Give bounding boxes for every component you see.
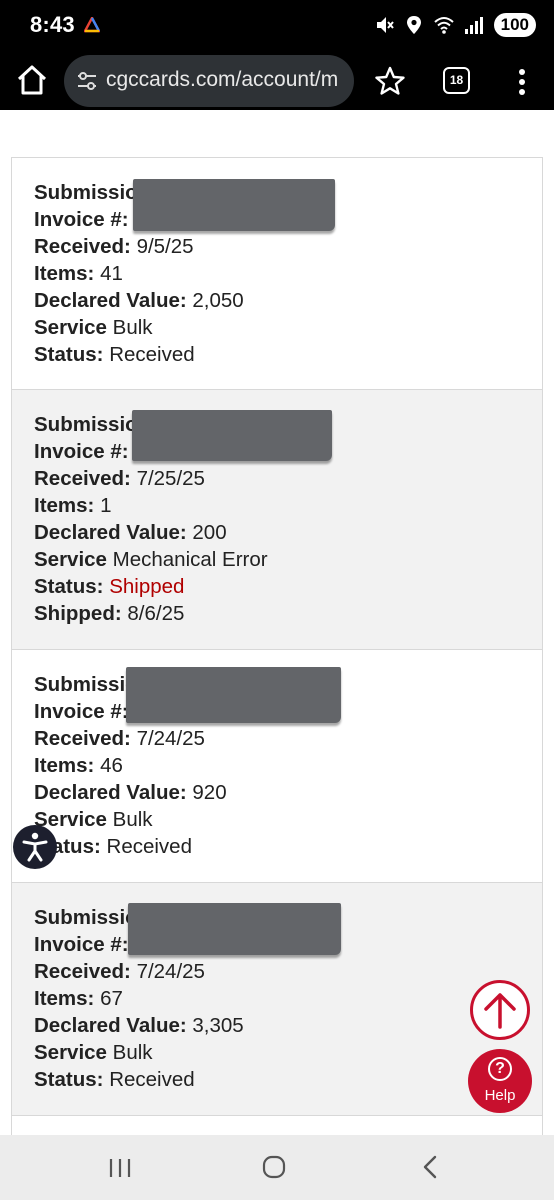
items-row: Items: 46 [34, 754, 123, 777]
help-question-icon: ? [488, 1057, 512, 1081]
arrow-up-icon [484, 993, 516, 1029]
status-row: Status: Received [34, 1068, 195, 1091]
site-settings-icon[interactable] [76, 70, 98, 92]
home-icon[interactable] [262, 1155, 286, 1179]
signal-icon [464, 17, 483, 34]
service-row: Service Mechanical Error [34, 548, 268, 571]
clock: 8:43 [30, 12, 75, 37]
declared-value-row: Declared Value: 3,305 [34, 1014, 244, 1037]
bookmark-star-icon[interactable] [374, 65, 406, 97]
system-nav-bar [0, 1135, 554, 1200]
items-row: Items: 67 [34, 987, 123, 1010]
shipped-row: Shipped: 8/6/25 [34, 602, 185, 625]
app-notification-icon [84, 17, 100, 33]
items-row: Items: 1 [34, 494, 112, 517]
scroll-to-top-button[interactable] [470, 980, 530, 1040]
submission-card[interactable]: Submissio Invoice #: Received: 9/5/25 It… [12, 158, 542, 390]
url-text[interactable]: cgccards.com/account/m [106, 68, 348, 92]
declared-value-row: Declared Value: 2,050 [34, 289, 244, 312]
mute-icon [376, 17, 394, 33]
submission-card[interactable]: Submissio Invoice #: Received: 7/24/25 I… [12, 650, 542, 883]
redaction-box [133, 179, 335, 231]
received-row: Received: 9/5/25 [34, 235, 194, 258]
location-icon [406, 16, 421, 34]
shipped-status-text: Shipped [109, 575, 185, 598]
declared-value-row: Declared Value: 920 [34, 781, 227, 804]
service-row: Service Bulk [34, 1041, 153, 1064]
redaction-box [126, 667, 341, 723]
service-row: Service Bulk [34, 316, 153, 339]
redaction-box [132, 410, 332, 461]
browser-toolbar: cgccards.com/account/m 18 [0, 52, 554, 110]
status-row: tatus: Received [45, 835, 192, 858]
address-bar[interactable]: cgccards.com/account/m [64, 55, 354, 107]
received-row: Received: 7/24/25 [34, 727, 205, 750]
status-row: Status: Shipped [34, 575, 185, 598]
tab-switcher-button[interactable]: 18 [443, 67, 470, 94]
status-bar: 8:43 100 [0, 0, 554, 52]
browser-home-icon[interactable] [14, 62, 50, 98]
submission-card[interactable]: Submissio Invoice #: Received: 7/25/25 I… [12, 390, 542, 650]
received-row: Received: 7/24/25 [34, 960, 205, 983]
submission-card[interactable] [12, 1116, 542, 1135]
back-icon[interactable] [420, 1155, 440, 1179]
items-row: Items: 41 [34, 262, 123, 285]
accessibility-icon [22, 832, 48, 862]
help-button[interactable]: ? Help [468, 1049, 532, 1113]
scrolled-off-text [22, 110, 442, 120]
received-row: Received: 7/25/25 [34, 467, 205, 490]
submission-list: Submissio Invoice #: Received: 9/5/25 It… [11, 157, 543, 1135]
wifi-icon [433, 17, 454, 34]
accessibility-button[interactable] [13, 825, 57, 869]
redaction-box [128, 903, 341, 955]
service-row: Service Bulk [34, 808, 153, 831]
status-row: Status: Received [34, 343, 195, 366]
more-menu-icon[interactable] [508, 66, 536, 98]
declared-value-row: Declared Value: 200 [34, 521, 227, 544]
battery-level: 100 [493, 13, 536, 37]
help-label: Help [484, 1087, 516, 1104]
recent-apps-icon[interactable] [108, 1157, 132, 1179]
page-content: Submissio Invoice #: Received: 9/5/25 It… [0, 110, 554, 1135]
submission-card[interactable]: Submissio Invoice #: Received: 7/24/25 I… [12, 883, 542, 1116]
